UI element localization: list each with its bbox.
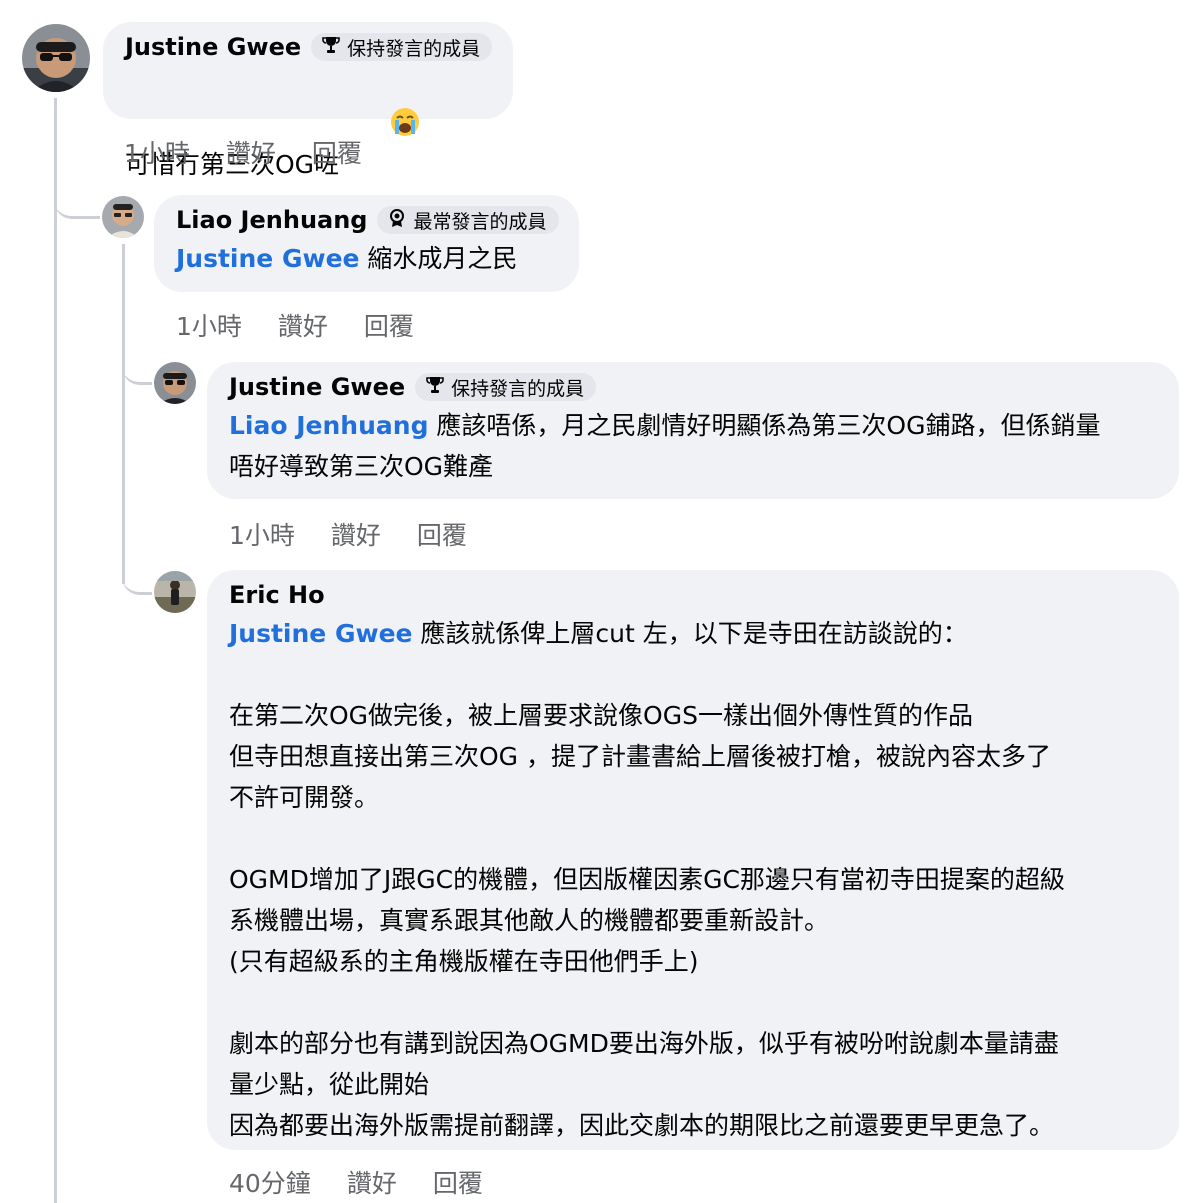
text-line: 因為都要出海外版需提前翻譯，因此交劇本的期限比之前還要更早更急了。: [229, 1111, 1055, 1140]
thread-connector-3: [122, 550, 152, 595]
text-line: (只有超級系的主角機版權在寺田他們手上): [229, 947, 699, 976]
comment-text-line: 唔好導致第三次OG難產: [229, 452, 494, 481]
award-ribbon-icon: [387, 208, 407, 233]
text-line: 在第二次OG做完後，被上層要求說像OGS一樣出個外傳性質的作品: [229, 701, 973, 730]
comment-actions: 1小時 讚好 回覆: [176, 307, 414, 343]
paragraph: 劇本的部分也有講到說因為OGMD要出海外版，似乎有被吩咐說劇本量請盡 量少點，從此…: [229, 1023, 1157, 1146]
text-line: OGMD增加了J跟GC的機體，但因版權因素GC那邊只有當初寺田提案的超級: [229, 865, 1065, 894]
author-name[interactable]: Justine Gwee: [229, 373, 405, 401]
avatar[interactable]: [154, 362, 196, 404]
reply-button[interactable]: 回覆: [364, 307, 414, 343]
mention-link[interactable]: Justine Gwee: [176, 244, 359, 273]
reply-button[interactable]: 回覆: [433, 1164, 483, 1200]
comment-actions: 40分鐘 讚好 回覆: [229, 1164, 483, 1200]
avatar[interactable]: [154, 571, 196, 613]
text-line: 劇本的部分也有講到說因為OGMD要出海外版，似乎有被吩咐說劇本量請盡: [229, 1029, 1059, 1058]
comment-bubble: Justine Gwee 保持發言的成員 Liao Jenhuang 應該唔係，…: [207, 362, 1179, 499]
thread-line-nested: [122, 244, 125, 584]
comment-text: Justine Gwee 縮水成月之民: [176, 238, 557, 279]
trophy-icon: [321, 35, 341, 60]
reply-button[interactable]: 回覆: [417, 516, 467, 552]
thread-connector-2: [122, 340, 152, 385]
paragraph: OGMD增加了J跟GC的機體，但因版權因素GC那邊只有當初寺田提案的超級 系機體出…: [229, 859, 1157, 982]
author-name[interactable]: Justine Gwee: [125, 33, 301, 61]
text-line: 不許可開發。: [229, 783, 380, 812]
mention-link[interactable]: Liao Jenhuang: [229, 411, 428, 440]
comment-text-line: 應該唔係，月之民劇情好明顯係為第三次OG鋪路，但係銷量: [428, 411, 1101, 440]
text-line: 但寺田想直接出第三次OG ，提了計畫書給上層後被打槍，被說內容太多了: [229, 742, 1051, 771]
comment-intro: 應該就係俾上層cut 左，以下是寺田在訪談說的：: [412, 619, 968, 648]
member-badge[interactable]: 保持發言的成員: [415, 373, 597, 401]
comment-text: 可惜冇第三次OG咗: [125, 65, 491, 191]
timestamp[interactable]: 40分鐘: [229, 1164, 311, 1200]
thread-connector-1: [54, 180, 100, 219]
badge-label: 最常發言的成員: [413, 210, 547, 233]
timestamp[interactable]: 1小時: [176, 307, 242, 343]
comment-bubble: Justine Gwee 保持發言的成員 可惜冇第三次OG咗: [103, 22, 513, 179]
thread-line-main: [54, 98, 57, 1203]
mention-link[interactable]: Justine Gwee: [229, 619, 412, 648]
author-name[interactable]: Liao Jenhuang: [176, 206, 367, 234]
comment-text: Justine Gwee 應該就係俾上層cut 左，以下是寺田在訪談說的： 在第二…: [229, 613, 1157, 1146]
comment-bubble: Liao Jenhuang 最常發言的成員 Justine Gwee 縮水成月之…: [154, 195, 579, 292]
paragraph: 在第二次OG做完後，被上層要求說像OGS一樣出個外傳性質的作品但寺田想直接出第三…: [229, 695, 1157, 818]
comment-text-body: 縮水成月之民: [359, 244, 518, 273]
text-line: 系機體出場，真實系跟其他敵人的機體都要重新設計。: [229, 906, 830, 935]
like-button[interactable]: 讚好: [278, 307, 328, 343]
member-badge[interactable]: 保持發言的成員: [311, 33, 493, 61]
comment-actions: 1小時 讚好 回覆: [229, 516, 467, 552]
avatar[interactable]: [102, 196, 144, 238]
timestamp[interactable]: 1小時: [229, 516, 295, 552]
text-line: 量少點，從此開始: [229, 1070, 430, 1099]
crying-face-icon: [341, 65, 421, 191]
comment-actions: 1小時 讚好 回覆: [124, 134, 362, 170]
badge-label: 保持發言的成員: [347, 37, 481, 60]
comment-text: Liao Jenhuang 應該唔係，月之民劇情好明顯係為第三次OG鋪路，但係銷…: [229, 405, 1157, 487]
like-button[interactable]: 讚好: [226, 134, 276, 170]
like-button[interactable]: 讚好: [331, 516, 381, 552]
timestamp[interactable]: 1小時: [124, 134, 190, 170]
member-badge[interactable]: 最常發言的成員: [377, 206, 559, 234]
comment-bubble: Eric Ho Justine Gwee 應該就係俾上層cut 左，以下是寺田在…: [207, 570, 1179, 1150]
badge-label: 保持發言的成員: [451, 377, 585, 400]
reply-button[interactable]: 回覆: [312, 134, 362, 170]
avatar[interactable]: [22, 24, 90, 92]
trophy-icon: [425, 375, 445, 400]
author-name[interactable]: Eric Ho: [229, 581, 325, 609]
like-button[interactable]: 讚好: [347, 1164, 397, 1200]
